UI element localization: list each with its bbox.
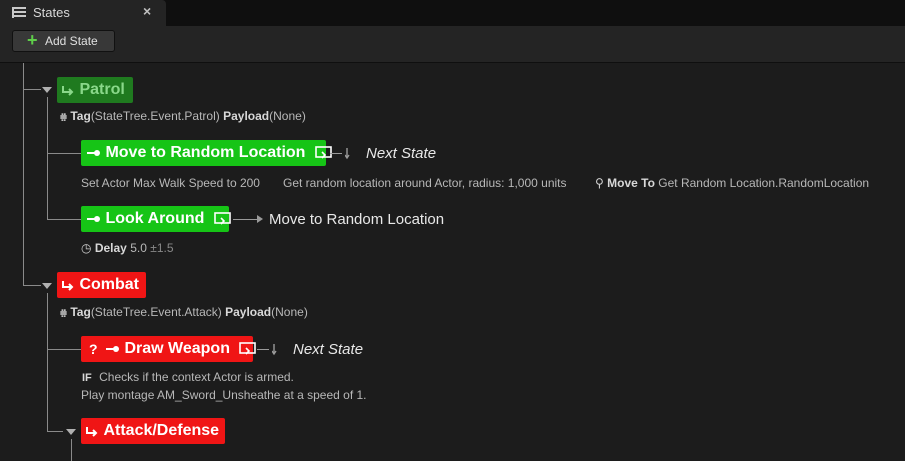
expand-combat-chevron-icon[interactable] xyxy=(42,283,52,289)
tree-line-draw xyxy=(47,349,81,350)
enter-state-icon xyxy=(85,418,99,444)
combat-event-info: ⩷ Tag(StateTree.Event.Attack) Payload(No… xyxy=(60,305,308,320)
tree-line-attack-children xyxy=(71,439,72,461)
tree-line-move xyxy=(47,153,81,154)
move-transition-target: Next State xyxy=(366,145,437,162)
combat-tag-value: (StateTree.Event.Attack) xyxy=(90,305,222,319)
arrow-right-icon xyxy=(257,215,263,223)
add-state-button[interactable]: + Add State xyxy=(12,30,115,52)
if-label: IF xyxy=(82,372,92,384)
running-figure-icon: ⚲ xyxy=(595,176,604,190)
plus-icon: + xyxy=(27,30,38,50)
close-icon[interactable]: × xyxy=(143,3,151,19)
delay-value: 5.0 xyxy=(130,241,147,255)
tree-line-patrol xyxy=(23,89,41,90)
add-state-label: Add State xyxy=(45,34,98,48)
tree-line-look xyxy=(47,219,81,220)
combat-tag-label: Tag xyxy=(70,305,91,319)
move-to-label: Move To xyxy=(607,176,655,190)
delay-variance: ±1.5 xyxy=(150,241,174,255)
condition-question-icon: ? xyxy=(89,341,98,357)
combat-payload-label: Payload xyxy=(225,305,272,319)
draw-condition: IF Checks if the context Actor is armed. xyxy=(82,370,294,384)
tree-line-attack xyxy=(47,431,63,432)
tree-line-root xyxy=(23,63,24,285)
move-to-value: Get Random Location.RandomLocation xyxy=(658,176,870,190)
task-icon xyxy=(105,336,120,362)
move-task-1: Set Actor Max Walk Speed to 200 xyxy=(81,176,260,190)
task-icon xyxy=(86,206,101,232)
clock-icon: ◷ xyxy=(81,241,92,255)
state-patrol-label: Patrol xyxy=(79,81,125,98)
state-attack-label: Attack/Defense xyxy=(103,422,220,439)
enter-state-icon xyxy=(61,272,75,298)
patrol-event-info: ⩷ Tag(StateTree.Event.Patrol) Payload(No… xyxy=(60,109,306,124)
task-icon xyxy=(86,140,101,166)
look-transition-line xyxy=(233,219,257,220)
loop-transition-icon xyxy=(214,206,232,232)
combat-payload-value: (None) xyxy=(271,305,308,319)
patrol-tag-value: (StateTree.Event.Patrol) xyxy=(90,109,220,123)
state-tree: Patrol ⩷ Tag(StateTree.Event.Patrol) Pay… xyxy=(0,63,905,461)
state-attack-defense[interactable]: Attack/Defense xyxy=(81,418,225,444)
tag-check-icon: ⩷ xyxy=(60,305,68,319)
loop-transition-icon xyxy=(239,336,257,362)
draw-transition-line xyxy=(257,349,269,350)
move-task-2: Get random location around Actor, radius… xyxy=(283,176,567,190)
tree-line-combat-children xyxy=(47,293,48,431)
state-move-label: Move to Random Location xyxy=(105,144,306,161)
state-combat[interactable]: Combat xyxy=(57,272,146,298)
expand-patrol-chevron-icon[interactable] xyxy=(42,87,52,93)
look-transition-target: Move to Random Location xyxy=(269,211,445,228)
tree-line-patrol-children xyxy=(47,97,48,219)
delay-label: Delay xyxy=(94,241,127,255)
next-state-arrow-icon xyxy=(271,343,282,357)
expand-attack-chevron-icon[interactable] xyxy=(66,429,76,435)
state-look-around[interactable]: Look Around xyxy=(81,206,232,232)
state-draw-weapon[interactable]: ? Draw Weapon xyxy=(81,336,257,362)
state-draw-label: Draw Weapon xyxy=(124,340,230,357)
draw-condition-text: Checks if the context Actor is armed. xyxy=(99,370,294,384)
move-task-3: ⚲ Move To Get Random Location.RandomLoca… xyxy=(595,176,869,190)
patrol-tag-label: Tag xyxy=(70,109,91,123)
toolbar: + Add State xyxy=(0,26,905,63)
patrol-payload-label: Payload xyxy=(223,109,270,123)
move-transition-line xyxy=(330,153,342,154)
look-delay-task: ◷ Delay 5.0 ±1.5 xyxy=(81,241,174,255)
tab-title: States xyxy=(33,5,70,20)
state-patrol[interactable]: Patrol xyxy=(57,77,133,103)
state-move-to-random-location[interactable]: Move to Random Location xyxy=(81,140,332,166)
draw-transition-target: Next State xyxy=(293,341,364,358)
tab-bar: States × xyxy=(0,0,905,26)
draw-task: Play montage AM_Sword_Unsheathe at a spe… xyxy=(81,388,367,402)
state-look-label: Look Around xyxy=(105,210,205,227)
states-list-icon xyxy=(12,6,26,20)
state-combat-label: Combat xyxy=(79,276,140,293)
tag-check-icon: ⩷ xyxy=(60,109,68,123)
tab-states[interactable]: States × xyxy=(0,0,166,26)
patrol-payload-value: (None) xyxy=(269,109,306,123)
enter-state-icon xyxy=(61,77,75,103)
tree-line-combat xyxy=(23,285,41,286)
next-state-arrow-icon xyxy=(344,147,355,161)
